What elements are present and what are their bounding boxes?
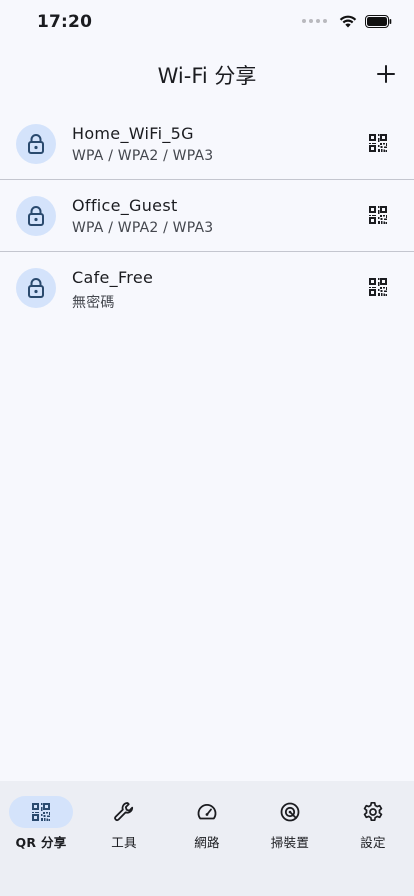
show-qr-button[interactable]: [368, 277, 388, 297]
nav-label: QR 分享: [15, 835, 67, 850]
nav-icon-container: [258, 796, 322, 828]
bottom-navigation: QR 分享 工具 網路 掃裝置 設定: [0, 781, 414, 896]
speedometer-icon: [197, 804, 217, 820]
nav-label: 工具: [111, 835, 137, 850]
gear-icon: [363, 801, 383, 822]
nav-item-scan-devices[interactable]: 掃裝置: [249, 781, 331, 861]
network-row[interactable]: Office_Guest WPA / WPA2 / WPA3: [0, 179, 414, 251]
show-qr-button[interactable]: [368, 133, 388, 153]
nav-label: 網路: [194, 835, 220, 850]
nav-icon-container: [341, 796, 405, 828]
show-qr-button[interactable]: [368, 205, 388, 225]
lock-icon: [28, 278, 44, 298]
radar-icon: [280, 802, 300, 822]
qr-code-icon: [369, 206, 387, 224]
wrench-icon: [114, 802, 134, 821]
lock-avatar: [16, 196, 56, 236]
battery-icon: [365, 14, 392, 28]
lock-avatar: [16, 124, 56, 164]
network-row[interactable]: Home_WiFi_5G WPA / WPA2 / WPA3: [0, 108, 414, 179]
page-title: Wi-Fi 分享: [157, 64, 257, 88]
network-ssid: Home_WiFi_5G: [72, 124, 194, 143]
network-ssid: Cafe_Free: [72, 268, 154, 287]
status-time: 17:20: [37, 12, 93, 32]
qr-code-icon: [32, 803, 50, 821]
network-security: WPA / WPA2 / WPA3: [72, 148, 214, 164]
app-bar: Wi-Fi 分享: [0, 52, 414, 96]
network-security: 無密碼: [72, 295, 115, 311]
nav-label: 掃裝置: [270, 835, 310, 850]
nav-item-settings[interactable]: 設定: [332, 781, 414, 861]
network-list: Home_WiFi_5G WPA / WPA2 / WPA3 Office_Gu…: [0, 108, 414, 323]
status-icons: [302, 14, 392, 28]
lock-icon: [28, 134, 44, 154]
nav-active-indicator: [9, 796, 73, 828]
nav-item-network[interactable]: 網路: [166, 781, 248, 861]
signal-dots-icon: [302, 19, 327, 23]
qr-code-icon: [369, 278, 387, 296]
add-network-button[interactable]: [372, 60, 400, 88]
nav-item-tools[interactable]: 工具: [83, 781, 165, 861]
status-bar: 17:20: [0, 0, 414, 44]
lock-avatar: [16, 268, 56, 308]
nav-label: 設定: [360, 835, 386, 850]
nav-item-qr-share[interactable]: QR 分享: [0, 781, 82, 861]
wifi-icon: [339, 15, 357, 28]
nav-icon-container: [92, 796, 156, 828]
network-row[interactable]: Cafe_Free 無密碼: [0, 251, 414, 323]
network-security: WPA / WPA2 / WPA3: [72, 220, 214, 236]
lock-icon: [28, 206, 44, 226]
plus-icon: [377, 65, 395, 83]
nav-icon-container: [175, 796, 239, 828]
qr-code-icon: [369, 134, 387, 152]
network-ssid: Office_Guest: [72, 196, 178, 215]
